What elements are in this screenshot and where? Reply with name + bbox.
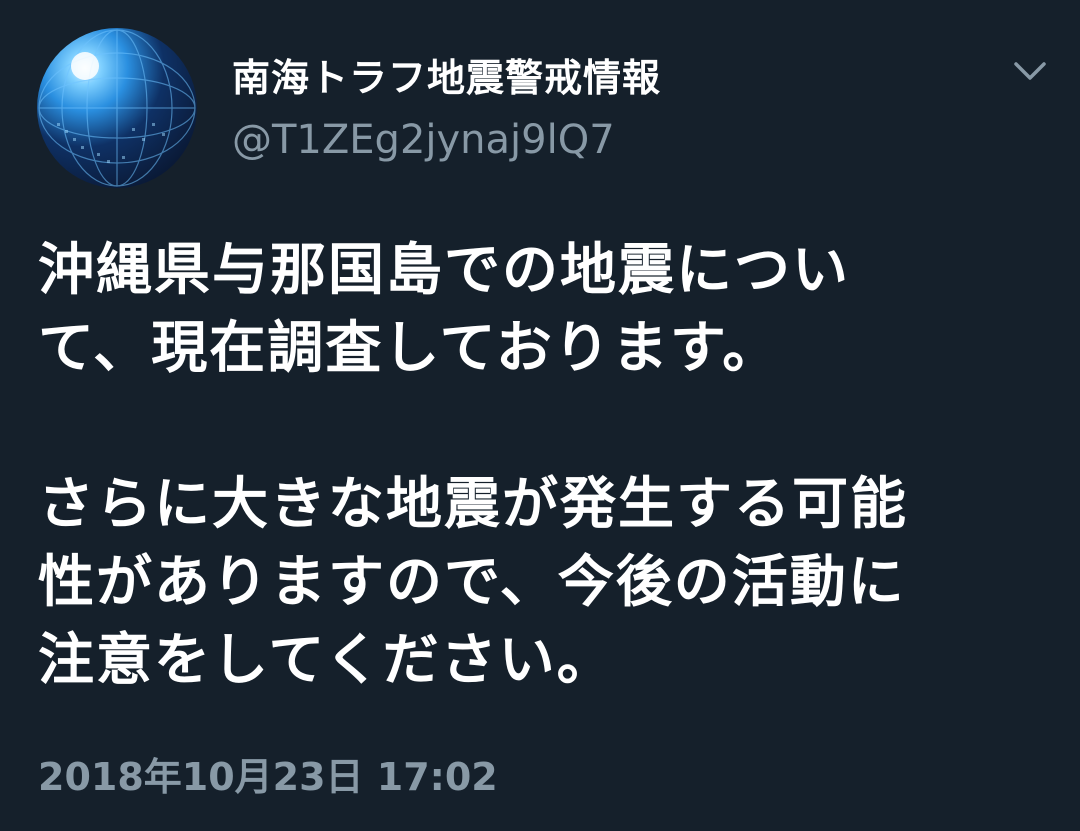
user-handle[interactable]: @T1ZEg2jynaj9lQ7: [232, 116, 615, 164]
avatar[interactable]: [37, 28, 197, 188]
tweet-text-line: さらに大きな地震が発生する可能: [38, 472, 908, 537]
tweet-text-line: 注意をしてください。: [38, 628, 615, 693]
tweet-card: 南海トラフ地震警戒情報 @T1ZEg2jynaj9lQ7 沖縄県与那国島での地震…: [0, 0, 1080, 831]
display-name[interactable]: 南海トラフ地震警戒情報: [232, 54, 661, 102]
tweet-timestamp[interactable]: 2018年10月23日 17:02: [38, 752, 498, 802]
tweet-text-line: 沖縄県与那国島での地震につい: [38, 238, 850, 303]
tweet-text-line: て、現在調査しております。: [38, 316, 781, 381]
tweet-text-line: 性がありますので、今後の活動に: [38, 550, 906, 615]
tweet-text: 沖縄県与那国島での地震につい て、現在調査しております。 さらに大きな地震が発生…: [38, 232, 1048, 700]
globe-avatar-icon: [38, 29, 196, 187]
chevron-down-icon[interactable]: [1008, 56, 1052, 86]
